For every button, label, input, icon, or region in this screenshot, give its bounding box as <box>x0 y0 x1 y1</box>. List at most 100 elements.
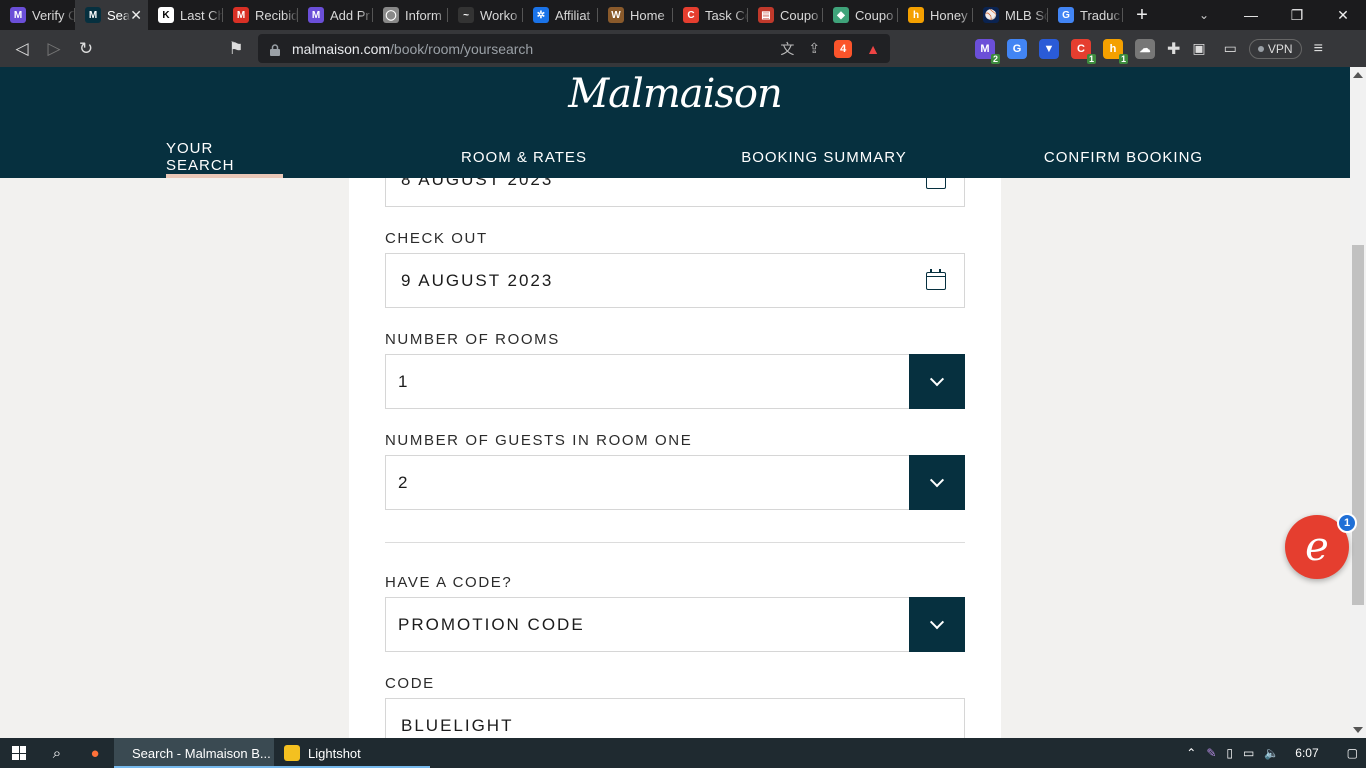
browser-tab[interactable]: ◯ Inform <box>373 0 448 30</box>
brave-rewards-icon[interactable]: ▲ <box>866 41 880 57</box>
volume-icon[interactable]: 🔈 <box>1264 746 1279 760</box>
guests-label: NUMBER OF GUESTS IN ROOM ONE <box>385 432 693 449</box>
extension-badge: 2 <box>990 53 1000 64</box>
share-icon[interactable]: ⇪ <box>808 40 820 57</box>
tab-favicon-icon: M <box>308 7 324 23</box>
browser-toolbar: ◁ ▷ ↻ ⚑ malmaison.com /book/room/yoursea… <box>0 30 1366 67</box>
url-host: malmaison.com <box>292 40 391 57</box>
ext-translate-icon[interactable]: G <box>1007 38 1027 59</box>
scroll-up-icon[interactable] <box>1353 72 1363 78</box>
browser-tab[interactable]: h Honey <box>898 0 973 30</box>
windows-taskbar: ⌕ ● Search - Malmaison B... Lightshot ⌃ ✎… <box>0 738 1366 768</box>
ext-coupon-icon[interactable]: C1 <box>1071 38 1096 64</box>
step-booking-summary[interactable]: BOOKING SUMMARY <box>735 136 913 178</box>
malmaison-logo[interactable]: Malmaison <box>0 71 1350 117</box>
extension-glyph: ▼ <box>1043 42 1055 55</box>
tab-title: MLB Sc <box>1005 7 1048 23</box>
scroll-down-icon[interactable] <box>1353 727 1363 733</box>
browser-tab[interactable]: ⚾ MLB Sc <box>973 0 1048 30</box>
code-input[interactable]: BLUELIGHT <box>385 698 965 738</box>
ext-mail-icon[interactable]: M2 <box>975 38 1000 64</box>
start-button[interactable] <box>0 738 38 768</box>
browser-tab[interactable]: G Traduc <box>1048 0 1123 30</box>
ext-shield-icon[interactable]: ▼ <box>1039 38 1059 59</box>
wallet-icon[interactable]: ▭ <box>1224 40 1237 57</box>
tray-overflow-icon[interactable]: ⌃ <box>1186 746 1196 760</box>
vpn-button[interactable]: VPN <box>1248 38 1302 59</box>
close-window-icon[interactable]: ✕ <box>1320 0 1366 30</box>
url-path: /book/room/yoursearch <box>390 40 534 57</box>
code-value: BLUELIGHT <box>401 715 514 735</box>
scrollbar-thumb[interactable] <box>1352 245 1364 605</box>
taskbar-app[interactable]: Lightshot <box>274 738 430 768</box>
close-tab-icon[interactable]: ✕ <box>130 7 142 24</box>
taskbar-app-icon <box>284 745 300 761</box>
checkin-date-field[interactable]: 8 AUGUST 2023 <box>385 178 965 207</box>
extension-glyph: ☁ <box>1139 43 1151 55</box>
browser-tab[interactable]: K Last Ch <box>148 0 223 30</box>
step-your-search[interactable]: YOUR SEARCH <box>166 136 283 178</box>
reload-icon[interactable]: ↻ <box>70 33 102 65</box>
step-confirm-booking[interactable]: CONFIRM BOOKING <box>1037 136 1210 178</box>
browser-tab[interactable]: M Sea ✕ <box>75 0 148 30</box>
browser-tab[interactable]: M Recibid <box>223 0 298 30</box>
booking-steps: YOUR SEARCH ROOM & RATES BOOKING SUMMARY… <box>0 136 1350 178</box>
device-icon[interactable]: ▯ <box>1226 746 1233 760</box>
search-form-panel: 8 AUGUST 2023 CHECK OUT 9 AUGUST 2023 NU… <box>349 178 1001 738</box>
browser-tab[interactable]: ~ Worko <box>448 0 523 30</box>
bookmark-icon[interactable]: ⚑ <box>220 33 252 65</box>
clock[interactable]: 6:07 <box>1295 746 1318 760</box>
new-tab-button[interactable]: + <box>1127 4 1157 27</box>
chat-widget-button[interactable]: e 1 <box>1285 513 1357 579</box>
network-icon[interactable]: ▭ <box>1243 746 1254 760</box>
translate-icon[interactable]: 文 <box>780 39 794 59</box>
browser-tab[interactable]: C Task Ce <box>673 0 748 30</box>
site-header: Malmaison YOUR SEARCH ROOM & RATES BOOKI… <box>0 67 1350 178</box>
extensions-puzzle-icon[interactable]: ✚ <box>1167 39 1180 59</box>
rooms-value: 1 <box>398 371 410 391</box>
forward-icon[interactable]: ▷ <box>38 33 70 65</box>
ext-honey-icon[interactable]: h1 <box>1103 38 1128 64</box>
page-scrollbar[interactable] <box>1350 67 1366 738</box>
tab-title: Coupo <box>780 7 819 23</box>
browser-tab[interactable]: M Verify C <box>0 0 75 30</box>
extension-badge: 1 <box>1118 53 1128 64</box>
search-icon[interactable]: ⌕ <box>38 738 76 768</box>
rooms-select[interactable]: 1 <box>385 354 965 409</box>
address-bar[interactable]: malmaison.com /book/room/yoursearch 文 ⇪ … <box>258 34 890 63</box>
step-room-rates[interactable]: ROOM & RATES <box>455 136 593 178</box>
code-type-select[interactable]: PROMOTION CODE <box>385 597 965 652</box>
menu-icon[interactable]: ≡ <box>1314 40 1323 58</box>
chevron-down-icon[interactable] <box>909 354 965 409</box>
firefox-icon[interactable]: ● <box>76 738 114 768</box>
browser-tab[interactable]: ✲ Affiliat <box>523 0 598 30</box>
checkout-value: 9 AUGUST 2023 <box>401 270 554 290</box>
restore-icon[interactable]: ❐ <box>1274 0 1320 30</box>
calendar-icon[interactable] <box>926 268 946 290</box>
calendar-icon[interactable] <box>926 178 946 189</box>
ext-cloud-icon[interactable]: ☁ <box>1135 38 1155 59</box>
pen-icon[interactable]: ✎ <box>1206 746 1216 760</box>
back-icon[interactable]: ◁ <box>6 33 38 65</box>
extension-glyph: C <box>1077 42 1085 55</box>
system-tray: ⌃ ✎ ▯ ▭ 🔈 6:07 ▢ <box>1186 738 1366 768</box>
tab-title: Honey <box>930 7 968 23</box>
browser-tab[interactable]: M Add Pr <box>298 0 373 30</box>
chevron-down-icon[interactable] <box>909 597 965 652</box>
guests-value: 2 <box>398 472 410 492</box>
browser-tab[interactable]: ◆ Coupo <box>823 0 898 30</box>
tab-title: Inform <box>405 7 442 23</box>
brave-shields-icon[interactable]: 4 <box>834 39 853 58</box>
checkout-label: CHECK OUT <box>385 230 488 247</box>
guests-select[interactable]: 2 <box>385 455 965 510</box>
browser-tab[interactable]: W Home <box>598 0 673 30</box>
taskbar-app[interactable]: Search - Malmaison B... <box>114 738 274 768</box>
notifications-icon[interactable]: ▢ <box>1347 746 1358 760</box>
minimize-icon[interactable]: — <box>1228 0 1274 30</box>
tab-search-chevron-icon[interactable]: ⌄ <box>1194 0 1214 30</box>
browser-tab[interactable]: ▤ Coupo <box>748 0 823 30</box>
tab-favicon-icon: W <box>608 7 624 23</box>
chevron-down-icon[interactable] <box>909 455 965 510</box>
sidebar-icon[interactable]: ▣ <box>1192 40 1205 57</box>
checkout-date-field[interactable]: 9 AUGUST 2023 <box>385 253 965 308</box>
